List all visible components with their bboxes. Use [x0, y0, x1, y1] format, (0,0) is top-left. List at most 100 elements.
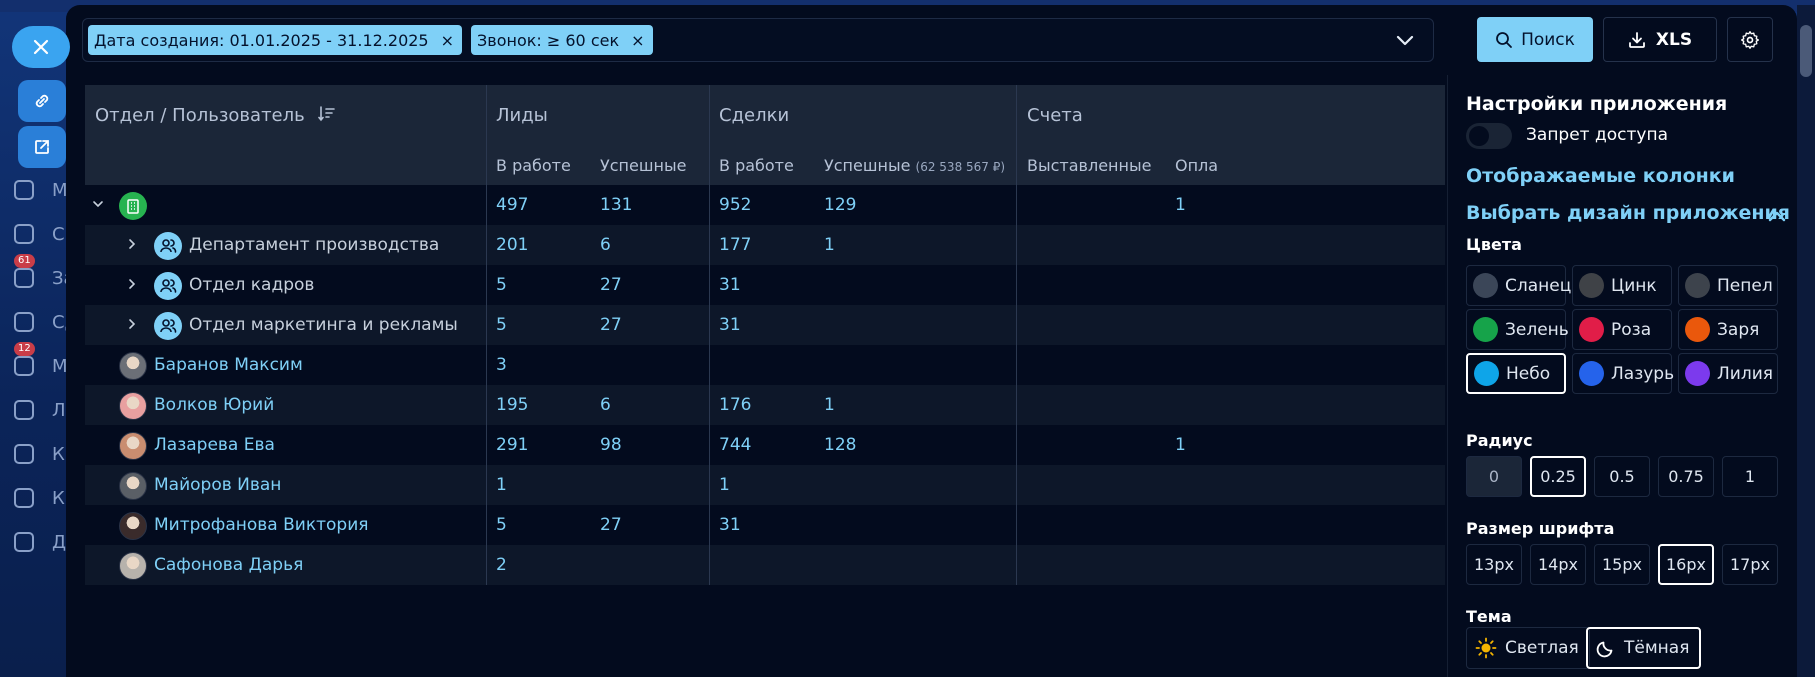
- remove-filter-icon[interactable]: ×: [631, 31, 644, 50]
- cell-deals-work[interactable]: 31: [719, 265, 741, 305]
- cell-deals-work[interactable]: 744: [719, 425, 751, 465]
- cell-leads-work[interactable]: 1: [496, 465, 507, 505]
- cell-invoices-paid[interactable]: 1: [1175, 425, 1186, 465]
- cell-deals-success[interactable]: 129: [824, 185, 856, 225]
- column-header-name[interactable]: Отдел / Пользователь: [95, 105, 336, 126]
- user-name[interactable]: Баранов Максим: [154, 345, 303, 385]
- color-option[interactable]: Роза: [1572, 309, 1672, 350]
- cell-deals-success[interactable]: 1: [824, 225, 835, 265]
- column-header-invoices-issued[interactable]: Выставленные: [1027, 156, 1151, 175]
- cell-leads-work[interactable]: 497: [496, 185, 528, 225]
- expand-chevron-icon[interactable]: [125, 225, 139, 265]
- chevron-down-icon[interactable]: [1395, 30, 1415, 50]
- cell-leads-success[interactable]: 27: [600, 305, 622, 345]
- sidebar-item[interactable]: К: [12, 436, 65, 472]
- color-option[interactable]: Лилия: [1678, 353, 1778, 394]
- radius-option[interactable]: 0.25: [1530, 456, 1586, 497]
- cell-deals-success[interactable]: 1: [824, 385, 835, 425]
- expand-chevron-icon[interactable]: [91, 185, 105, 225]
- user-name[interactable]: Сафонова Дарья: [154, 545, 303, 585]
- sidebar-item[interactable]: К: [12, 480, 65, 516]
- font-size-option[interactable]: 13px: [1466, 544, 1522, 585]
- color-option[interactable]: Цинк: [1572, 265, 1672, 306]
- font-size-option[interactable]: 16px: [1658, 544, 1714, 585]
- cell-leads-work[interactable]: 3: [496, 345, 507, 385]
- cell-leads-work[interactable]: 2: [496, 545, 507, 585]
- color-option[interactable]: Заря: [1678, 309, 1778, 350]
- sidebar-item[interactable]: Д: [12, 524, 66, 560]
- cell-leads-work[interactable]: 5: [496, 505, 507, 545]
- column-header-deals-work[interactable]: В работе: [719, 156, 794, 175]
- table-row[interactable]: Отдел кадров 5 27 31: [85, 265, 1445, 305]
- table-row[interactable]: Волков Юрий 195 6 176 1: [85, 385, 1445, 425]
- cell-deals-success[interactable]: 128: [824, 425, 856, 465]
- open-external-button[interactable]: [18, 126, 66, 168]
- cell-leads-success[interactable]: 27: [600, 505, 622, 545]
- cell-leads-success[interactable]: 6: [600, 385, 611, 425]
- cell-invoices-paid[interactable]: 1: [1175, 185, 1186, 225]
- remove-filter-icon[interactable]: ×: [441, 31, 454, 50]
- expand-chevron-icon[interactable]: [125, 265, 139, 305]
- cell-leads-work[interactable]: 291: [496, 425, 528, 465]
- table-row[interactable]: Департамент производства 201 6 177 1: [85, 225, 1445, 265]
- color-option[interactable]: Зелень: [1466, 309, 1569, 350]
- radius-option[interactable]: 1: [1722, 456, 1778, 497]
- color-option[interactable]: Сланец: [1466, 265, 1571, 306]
- cell-leads-work[interactable]: 5: [496, 265, 507, 305]
- sort-icon[interactable]: [318, 105, 336, 123]
- radius-option[interactable]: 0.75: [1658, 456, 1714, 497]
- sidebar-item[interactable]: Л: [12, 392, 66, 428]
- filter-bar[interactable]: Дата создания: 01.01.2025 - 31.12.2025 ×…: [82, 18, 1434, 62]
- scrollbar-thumb[interactable]: [1800, 25, 1812, 77]
- settings-button[interactable]: [1727, 17, 1773, 62]
- access-toggle[interactable]: [1466, 123, 1512, 149]
- cell-leads-work[interactable]: 195: [496, 385, 528, 425]
- cell-deals-work[interactable]: 1: [719, 465, 730, 505]
- user-name[interactable]: Майоров Иван: [154, 465, 281, 505]
- cell-leads-work[interactable]: 5: [496, 305, 507, 345]
- font-size-option[interactable]: 15px: [1594, 544, 1650, 585]
- cell-leads-work[interactable]: 201: [496, 225, 528, 265]
- cell-deals-work[interactable]: 176: [719, 385, 751, 425]
- department-name[interactable]: Отдел кадров: [189, 265, 314, 305]
- chevron-up-icon[interactable]: [1766, 205, 1788, 227]
- search-button[interactable]: Поиск: [1477, 17, 1593, 62]
- table-row[interactable]: Сафонова Дарья 2: [85, 545, 1445, 585]
- font-size-option[interactable]: 17px: [1722, 544, 1778, 585]
- radius-option[interactable]: 0.5: [1594, 456, 1650, 497]
- user-name[interactable]: Лазарева Ева: [154, 425, 275, 465]
- department-name[interactable]: Отдел маркетинга и рекламы: [189, 305, 458, 345]
- table-row[interactable]: Митрофанова Виктория 5 27 31: [85, 505, 1445, 545]
- cell-leads-success[interactable]: 6: [600, 225, 611, 265]
- cell-leads-success[interactable]: 131: [600, 185, 632, 225]
- color-option[interactable]: Небо: [1466, 353, 1566, 394]
- table-row[interactable]: Лазарева Ева 291 98 744 128 1: [85, 425, 1445, 465]
- table-row[interactable]: 497 131 952 129 1: [85, 185, 1445, 225]
- filter-chip-call[interactable]: Звонок: ≥ 60 сек ×: [471, 25, 653, 55]
- theme-light-button[interactable]: Светлая: [1466, 627, 1590, 669]
- column-header-invoices-paid[interactable]: Опла: [1175, 156, 1218, 175]
- column-header-deals-success[interactable]: Успешные (62 538 567 ₽): [824, 156, 1005, 175]
- export-xls-button[interactable]: XLS: [1603, 17, 1717, 62]
- filter-chip-date[interactable]: Дата создания: 01.01.2025 - 31.12.2025 ×: [88, 25, 463, 55]
- cell-leads-success[interactable]: 98: [600, 425, 622, 465]
- theme-dark-button[interactable]: Тёмная: [1586, 627, 1702, 669]
- copy-link-button[interactable]: [18, 80, 66, 122]
- page-scrollbar[interactable]: [1797, 5, 1815, 677]
- user-name[interactable]: Митрофанова Виктория: [154, 505, 368, 545]
- sidebar-item[interactable]: М: [12, 172, 68, 208]
- sidebar-item[interactable]: Сд: [12, 304, 77, 340]
- displayed-columns-link[interactable]: Отображаемые колонки: [1466, 165, 1735, 187]
- user-name[interactable]: Волков Юрий: [154, 385, 274, 425]
- color-option[interactable]: Пепел: [1678, 265, 1778, 306]
- radius-option[interactable]: 0: [1466, 456, 1522, 497]
- cell-leads-success[interactable]: 27: [600, 265, 622, 305]
- table-row[interactable]: Баранов Максим 3: [85, 345, 1445, 385]
- app-design-link[interactable]: Выбрать дизайн приложения: [1466, 202, 1790, 224]
- table-row[interactable]: Отдел маркетинга и рекламы 5 27 31: [85, 305, 1445, 345]
- sidebar-item[interactable]: С: [12, 216, 65, 252]
- department-name[interactable]: Департамент производства: [189, 225, 439, 265]
- font-size-option[interactable]: 14px: [1530, 544, 1586, 585]
- table-row[interactable]: Майоров Иван 1 1: [85, 465, 1445, 505]
- cell-deals-work[interactable]: 952: [719, 185, 751, 225]
